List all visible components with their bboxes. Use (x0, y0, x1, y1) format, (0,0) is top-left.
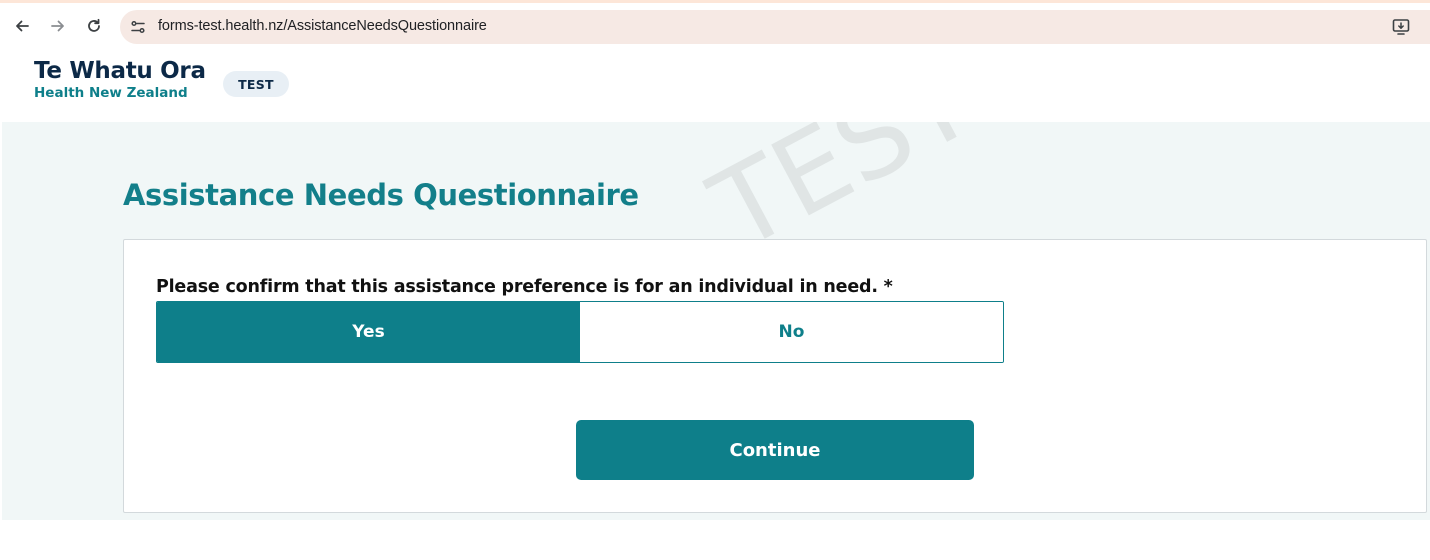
browser-toolbar: forms-test.health.nz/AssistanceNeedsQues… (0, 3, 1430, 48)
yes-option[interactable]: Yes (157, 302, 580, 362)
yes-no-toggle: Yes No (156, 301, 1004, 363)
environment-badge: TEST (223, 71, 289, 97)
question-card: Please confirm that this assistance pref… (123, 239, 1427, 513)
install-app-icon[interactable] (1392, 18, 1412, 36)
main-content: TEST Assistance Needs Questionnaire Plea… (2, 122, 1430, 520)
brand-title[interactable]: Te Whatu Ora (34, 58, 206, 84)
reload-icon[interactable] (83, 15, 105, 37)
site-header: Te Whatu Ora Health New Zealand TEST (0, 48, 1430, 122)
address-bar[interactable]: forms-test.health.nz/AssistanceNeedsQues… (120, 10, 1430, 44)
question-label: Please confirm that this assistance pref… (156, 277, 893, 297)
url-text[interactable]: forms-test.health.nz/AssistanceNeedsQues… (158, 18, 487, 34)
page-title: Assistance Needs Questionnaire (123, 178, 639, 212)
continue-button[interactable]: Continue (576, 420, 974, 480)
brand-subtitle[interactable]: Health New Zealand (34, 85, 188, 101)
forward-arrow-icon[interactable] (47, 15, 69, 37)
back-arrow-icon[interactable] (11, 15, 33, 37)
site-info-icon[interactable] (130, 19, 146, 35)
no-option[interactable]: No (580, 302, 1003, 362)
